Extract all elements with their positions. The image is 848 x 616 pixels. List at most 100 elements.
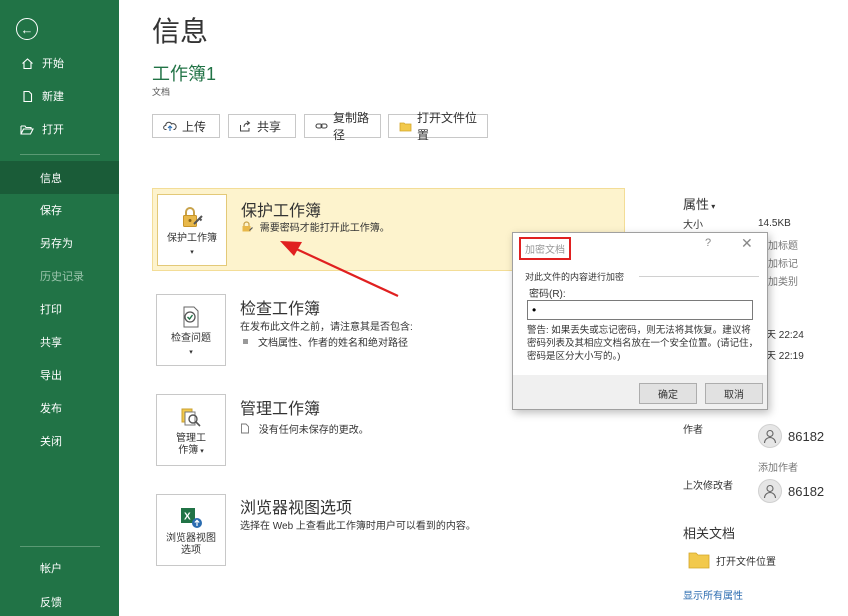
chevron-down-icon: ▾ — [189, 349, 193, 356]
encrypt-document-dialog: 加密文档 ? ✕ 对此文件的内容进行加密 密码(R): 警告: 如果丢失或忘记密… — [512, 232, 768, 410]
sidebar-divider — [20, 154, 100, 155]
related-documents-heading: 相关文档 — [683, 526, 736, 541]
inspect-workbook-bullet: 文档属性、作者的姓名和绝对路径 — [240, 334, 408, 349]
sidebar-item-label: 打印 — [40, 304, 62, 316]
check-for-issues-button[interactable]: 检查问题 ▾ — [156, 294, 226, 366]
copy-path-button[interactable]: 复制路径 — [304, 111, 381, 142]
sidebar-item-save-as[interactable]: 另存为 — [0, 227, 119, 259]
cancel-button[interactable]: 取消 — [705, 383, 763, 404]
browser-view-desc: 选择在 Web 上查看此工作簿时用户可以看到的内容。 — [240, 521, 476, 532]
browser-tile-label-1: 浏览器视图 — [166, 533, 216, 544]
size-value: 14.5KB — [758, 218, 791, 229]
sidebar-item-label: 帐户 — [40, 563, 62, 575]
avatar — [758, 424, 782, 448]
help-icon[interactable]: ? — [705, 237, 711, 249]
manage-workbook-icon — [181, 408, 201, 427]
chevron-down-icon: ▾ — [198, 448, 204, 455]
sidebar-item-export[interactable]: 导出 — [0, 359, 119, 391]
sidebar-item-label: 新建 — [42, 91, 64, 103]
sidebar-item-label: 另存为 — [40, 238, 73, 250]
workbook-name: 工作簿1 — [152, 64, 217, 84]
folder-icon — [688, 552, 710, 569]
sidebar-item-feedback[interactable]: 反馈 — [0, 586, 119, 616]
sidebar-item-save[interactable]: 保存 — [0, 194, 119, 226]
dialog-title: 加密文档 — [519, 237, 571, 260]
back-arrow-icon: ← — [20, 21, 34, 37]
workbook-location: 文档 — [152, 87, 171, 97]
sidebar-item-info[interactable]: 信息 — [0, 161, 119, 194]
sidebar-item-new[interactable]: 新建 — [0, 80, 119, 112]
related-open-file-location[interactable]: 打开文件位置 — [688, 551, 776, 569]
sidebar-item-print[interactable]: 打印 — [0, 293, 119, 325]
upload-button[interactable]: 上传 — [152, 114, 220, 138]
author-entry[interactable]: 86182 — [758, 424, 824, 448]
sidebar-item-account[interactable]: 帐户 — [0, 552, 119, 584]
person-icon — [763, 484, 777, 499]
excel-web-icon: X — [181, 508, 202, 528]
open-file-location-label: 打开文件位置 — [417, 111, 478, 142]
sidebar-item-label: 导出 — [40, 370, 62, 382]
inspect-document-icon — [183, 306, 199, 328]
last-modified-entry[interactable]: 86182 — [758, 479, 824, 503]
check-issues-tile-label: 检查问题 — [171, 333, 211, 344]
link-icon — [315, 121, 328, 131]
browser-view-title: 浏览器视图选项 — [240, 500, 353, 517]
folder-open-icon — [20, 122, 34, 136]
sidebar-item-close[interactable]: 关闭 — [0, 425, 119, 457]
last-modified-label: 上次修改者 — [683, 481, 733, 492]
add-author-link[interactable]: 添加作者 — [758, 459, 798, 474]
upload-label: 上传 — [182, 119, 207, 134]
inspect-workbook-desc: 在发布此文件之前，请注意其是否包含: — [240, 322, 413, 333]
manage-workbook-button[interactable]: 管理工 作簿 ▾ — [156, 394, 226, 466]
inspect-bullet-text: 文档属性、作者的姓名和绝对路径 — [258, 338, 408, 349]
protect-workbook-title: 保护工作簿 — [241, 203, 322, 220]
lock-key-icon — [183, 207, 203, 227]
chevron-down-icon: ▾ — [190, 249, 194, 256]
small-lock-icon — [241, 221, 260, 234]
sidebar-item-label: 开始 — [42, 58, 64, 70]
sidebar-item-label: 历史记录 — [40, 271, 84, 283]
sidebar-item-label: 关闭 — [40, 436, 62, 448]
add-category-link[interactable]: 加类别 — [768, 273, 798, 288]
password-label: 密码(R): — [529, 289, 566, 300]
add-title-link[interactable]: 加标题 — [768, 237, 798, 252]
sidebar-item-label: 保存 — [40, 205, 62, 217]
person-icon — [763, 429, 777, 444]
sidebar-item-home[interactable]: 开始 — [0, 47, 119, 79]
protect-workbook-button[interactable]: 保护工作簿 ▾ — [157, 194, 227, 266]
annotation-arrow — [280, 241, 399, 297]
sidebar-item-share[interactable]: 共享 — [0, 326, 119, 358]
properties-heading[interactable]: 属性 ▾ — [683, 194, 715, 213]
author-label: 作者 — [683, 425, 703, 436]
size-label: 大小 — [683, 220, 703, 231]
browser-tile-label-2: 选项 — [181, 545, 201, 556]
add-tag-link[interactable]: 加标记 — [768, 255, 798, 270]
sidebar-item-label: 共享 — [40, 337, 62, 349]
manage-tile-label-2-text: 作簿 — [178, 445, 199, 456]
svg-text:X: X — [184, 512, 191, 523]
manage-tile-label-1: 管理工 — [176, 433, 206, 444]
ok-button[interactable]: 确定 — [639, 383, 697, 404]
share-button[interactable]: 共享 — [228, 114, 296, 138]
show-all-properties-link[interactable]: 显示所有属性 — [683, 587, 743, 602]
password-input[interactable] — [527, 300, 753, 320]
sidebar-item-open[interactable]: 打开 — [0, 113, 119, 145]
open-file-location-button[interactable]: 打开文件位置 — [388, 111, 488, 142]
browser-view-options-button[interactable]: X 浏览器视图 选项 — [156, 494, 226, 566]
chevron-down-icon: ▾ — [709, 202, 716, 211]
sidebar-item-history[interactable]: 历史记录 — [0, 260, 119, 292]
sidebar-divider — [20, 546, 100, 547]
close-icon[interactable]: ✕ — [741, 235, 753, 252]
sidebar-item-publish[interactable]: 发布 — [0, 392, 119, 424]
home-icon — [20, 56, 34, 70]
backstage-sidebar: ← 开始 新建 打开 信息 保存 另存为 历史记录 打印 共享 导出 发布 关闭… — [0, 0, 119, 616]
manage-workbook-title: 管理工作簿 — [240, 401, 321, 418]
folder-icon — [399, 121, 412, 132]
manage-workbook-desc: 没有任何未保存的更改。 — [240, 421, 369, 436]
copy-path-label: 复制路径 — [333, 111, 370, 142]
back-button[interactable]: ← — [16, 18, 38, 40]
new-document-icon — [20, 89, 34, 103]
group-divider — [639, 276, 759, 277]
manage-workbook-desc-text: 没有任何未保存的更改。 — [258, 425, 369, 436]
manage-tile-label-2: 作簿 ▾ — [178, 445, 203, 458]
